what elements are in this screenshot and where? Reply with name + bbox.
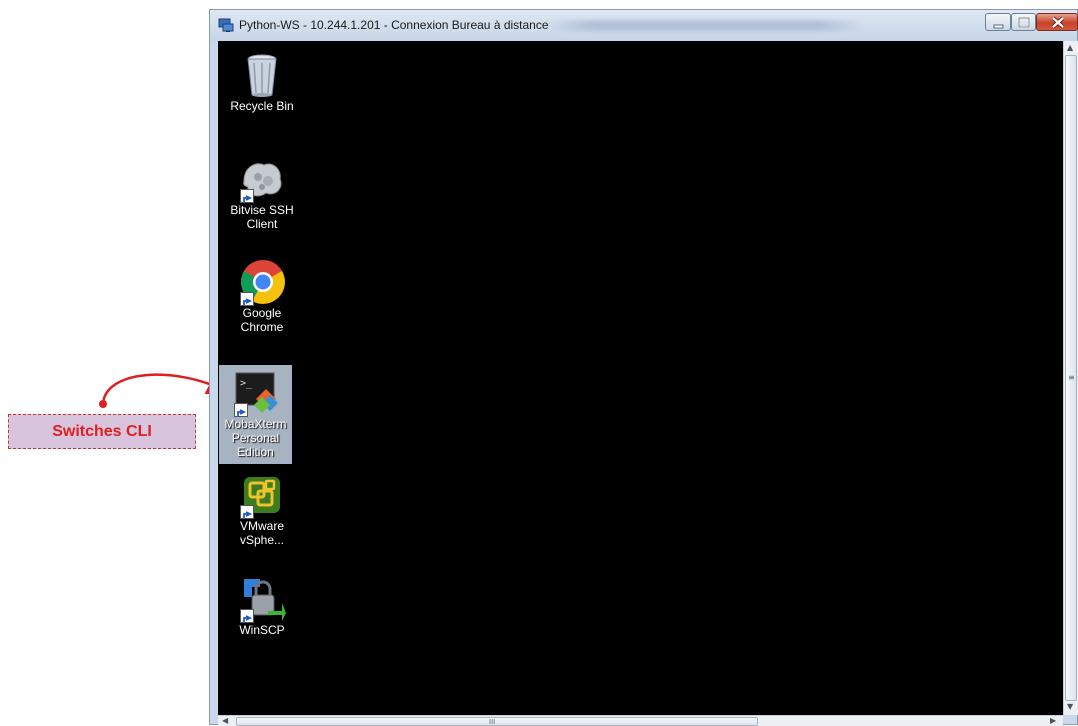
scroll-left-arrow-icon[interactable]: ◀ — [222, 716, 228, 725]
desktop-icon-label: Edition — [237, 445, 274, 459]
desktop-icon-recycle-bin[interactable]: Recycle Bin — [226, 51, 298, 113]
maximize-button[interactable] — [1011, 13, 1036, 31]
desktop-icon-vmware-vsphere[interactable]: VMware vSphe... — [226, 471, 298, 547]
remote-desktop-icon — [218, 18, 234, 32]
scroll-right-arrow-icon[interactable]: ▶ — [1050, 716, 1056, 725]
desktop-icon-mobaxterm[interactable]: >_ MobaXterm Personal Edition — [219, 365, 292, 464]
shortcut-arrow-icon — [240, 609, 254, 623]
horizontal-scrollbar[interactable]: ◀ III ▶ — [218, 715, 1063, 726]
vertical-scrollbar[interactable]: ▲ ≡ ▼ — [1063, 41, 1078, 715]
blurred-tabs — [545, 20, 865, 31]
close-button[interactable] — [1036, 13, 1078, 31]
recycle-bin-icon — [247, 54, 277, 97]
desktop-icon-label: Bitvise SSH — [230, 203, 294, 217]
close-icon — [1051, 16, 1065, 29]
shortcut-arrow-icon — [240, 292, 254, 306]
grip-icon: ≡ — [1068, 373, 1075, 382]
shortcut-arrow-icon — [233, 403, 248, 417]
desktop-icon-bitvise-ssh[interactable]: Bitvise SSH Client — [226, 155, 298, 231]
desktop-icon-label: WinSCP — [239, 623, 285, 637]
desktop-icon-label: MobaXterm — [224, 417, 287, 431]
desktop-icon-label: vSphe... — [239, 533, 285, 547]
desktop-icon-google-chrome[interactable]: Google Chrome — [226, 258, 298, 334]
window-title: Python-WS - 10.244.1.201 - Connexion Bur… — [239, 18, 549, 32]
scroll-down-arrow-icon[interactable]: ▼ — [1067, 702, 1073, 711]
minimize-icon — [993, 24, 1004, 29]
desktop-icon-label: Client — [246, 217, 278, 231]
svg-text:>_: >_ — [240, 378, 253, 389]
minimize-button[interactable] — [985, 13, 1011, 31]
desktop-icon-winscp[interactable]: WinSCP — [226, 575, 298, 637]
maximize-icon — [1018, 17, 1030, 28]
desktop-icon-label: Personal — [231, 431, 280, 445]
desktop-icon-label: Google — [242, 306, 282, 320]
vertical-scroll-thumb[interactable]: ≡ — [1065, 55, 1077, 701]
title-bar[interactable]: Python-WS - 10.244.1.201 - Connexion Bur… — [210, 10, 1078, 41]
remote-desktop-window: Python-WS - 10.244.1.201 - Connexion Bur… — [209, 9, 1078, 726]
remote-desktop[interactable]: Recycle Bin Bitvise SSH Client Google Ch… — [218, 41, 1063, 715]
desktop-icon-label: VMware — [239, 519, 284, 533]
desktop-icon-label: Chrome — [240, 320, 284, 334]
shortcut-arrow-icon — [240, 505, 254, 519]
shortcut-arrow-icon — [240, 189, 254, 203]
desktop-icon-label: Recycle Bin — [230, 99, 294, 113]
scroll-up-arrow-icon[interactable]: ▲ — [1067, 43, 1073, 52]
